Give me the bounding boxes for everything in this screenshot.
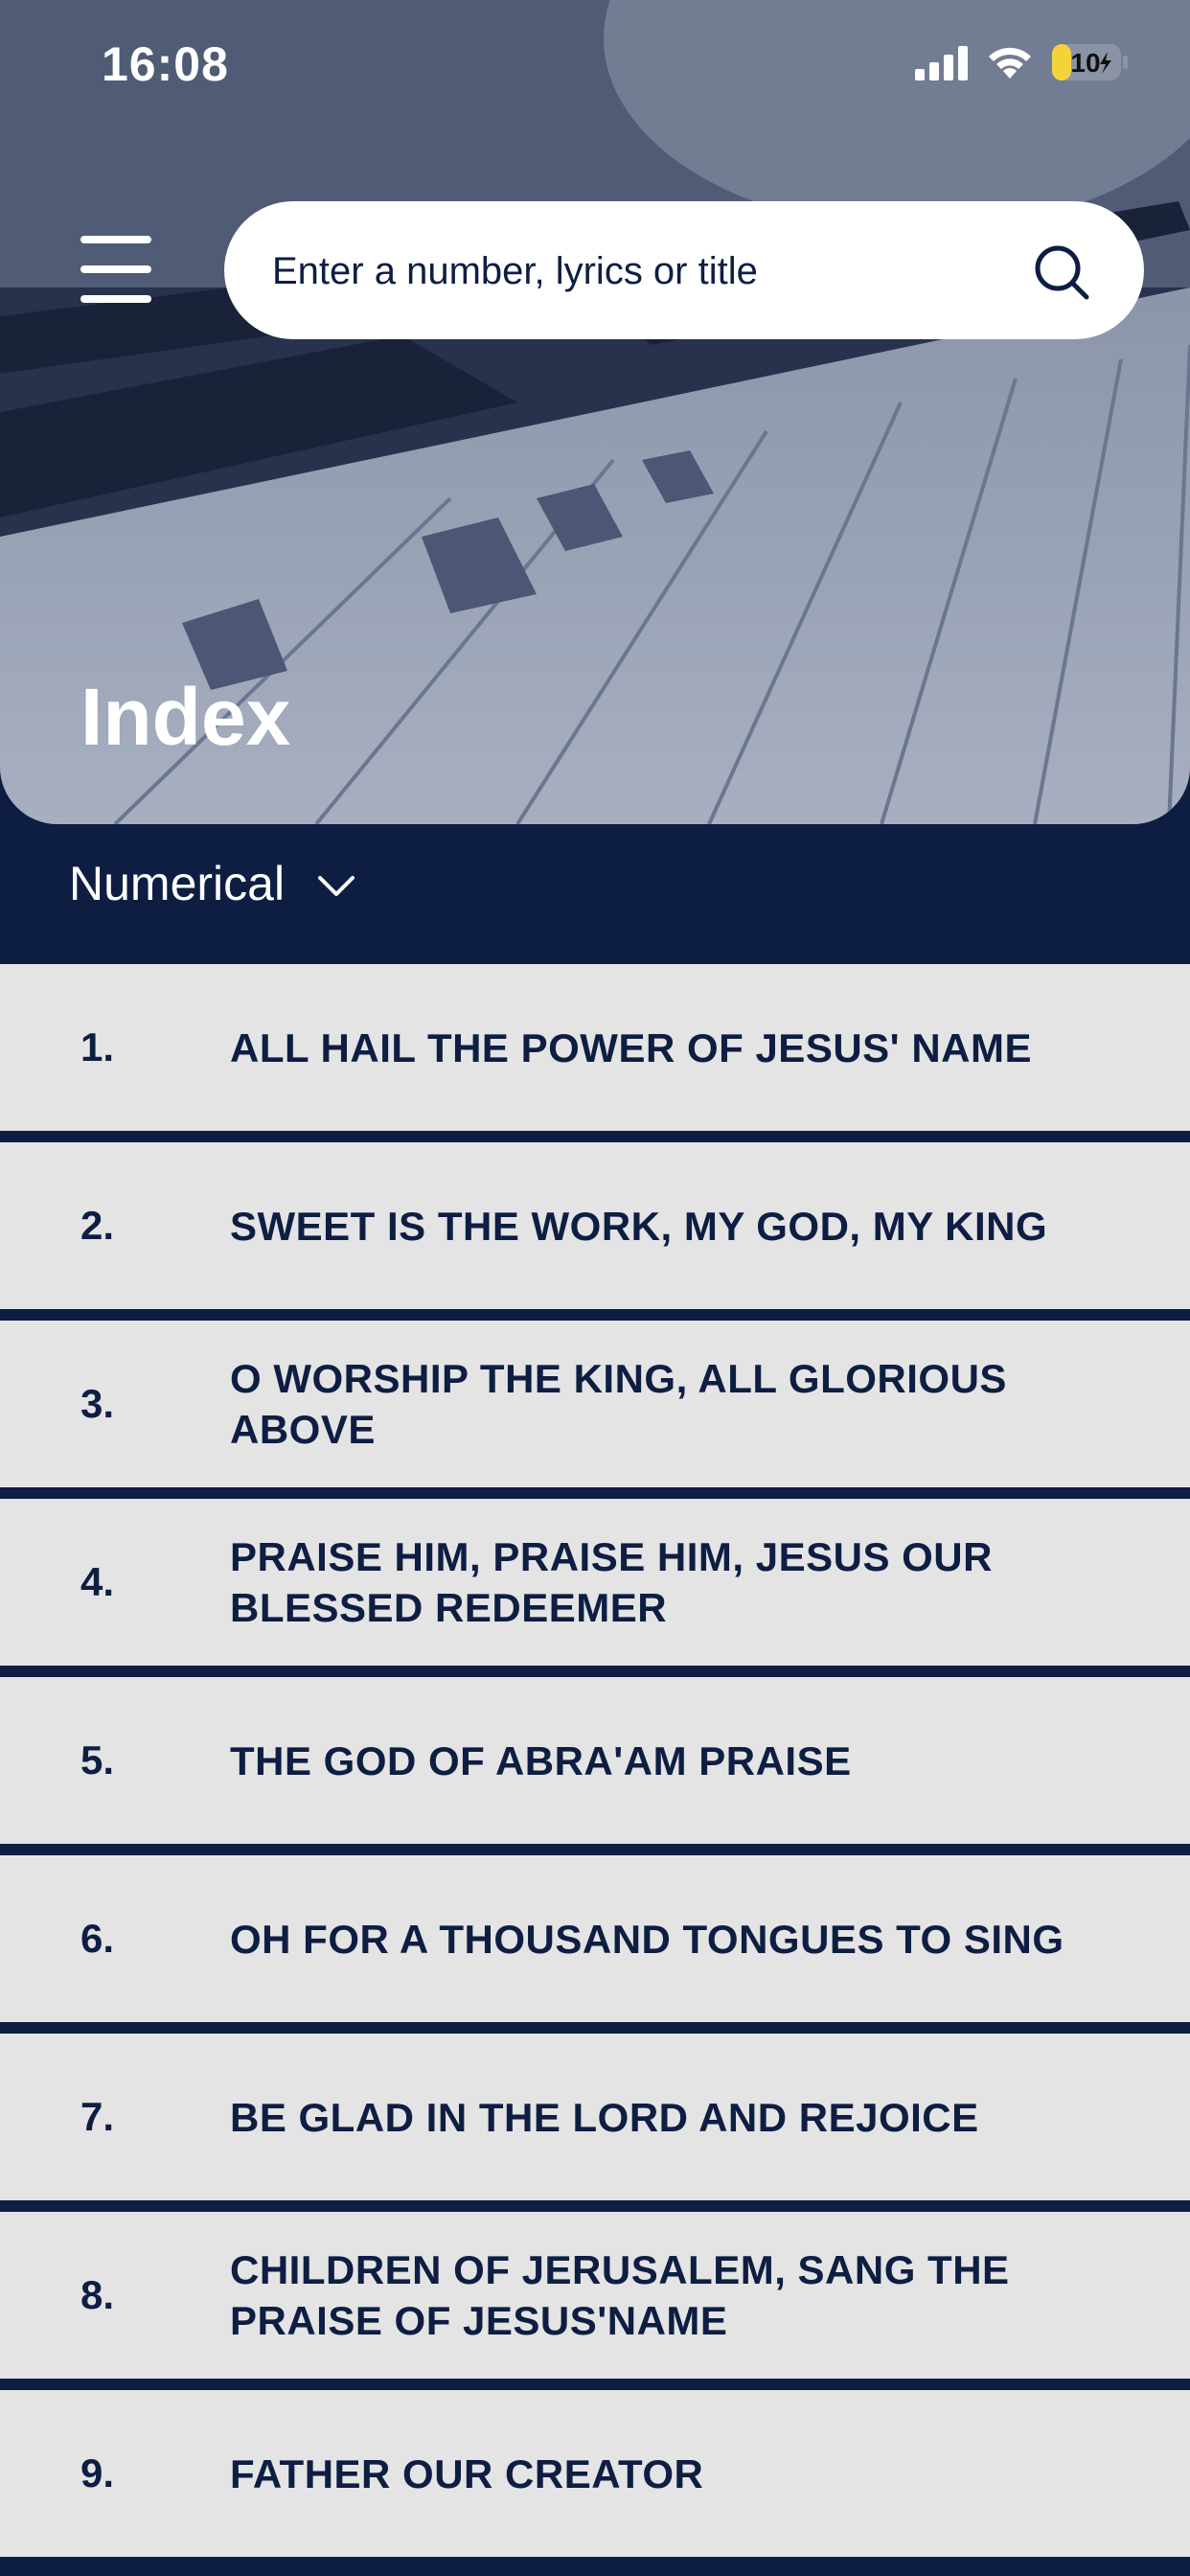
hymn-number: 1. bbox=[80, 1024, 115, 1070]
search-bar[interactable] bbox=[224, 201, 1144, 341]
status-bar: 16:08 10 bbox=[0, 0, 1190, 125]
chevron-down-icon bbox=[318, 876, 355, 896]
hymn-title: CHILDREN OF JERUSALEM, SANG THE PRAISE O… bbox=[230, 2247, 1010, 2343]
hymn-list-item[interactable]: 8. CHILDREN OF JERUSALEM, SANG THE PRAISE… bbox=[0, 2212, 1190, 2379]
sort-order-label: Numerical bbox=[69, 857, 286, 910]
hymn-list: 1. ALL HAIL THE POWER OF JESUS' NAME 2. SWE… bbox=[0, 964, 1190, 2568]
hamburger-menu-icon-bar-middle bbox=[80, 265, 151, 273]
hymn-title: PRAISE HIM, PRAISE HIM, JESUS OUR BLESSE… bbox=[230, 1534, 993, 1630]
hymn-number: 7. bbox=[80, 2094, 115, 2139]
hymn-number: 6. bbox=[80, 1916, 115, 1961]
hymn-number: 9. bbox=[80, 2450, 115, 2496]
cellular-signal-icon bbox=[915, 46, 968, 80]
hymn-number: 5. bbox=[80, 1737, 115, 1782]
hymn-list-item[interactable]: 3. O WORSHIP THE KING, ALL GLORIOUS ABOVE bbox=[0, 1321, 1190, 1487]
hymn-number: 2. bbox=[80, 1203, 115, 1248]
battery-level: 10 bbox=[1070, 48, 1100, 78]
hero-header: 16:08 10 Index bbox=[0, 0, 1190, 824]
hymn-title: OH FOR A THOUSAND TONGUES TO SING bbox=[230, 1916, 1064, 1962]
wifi-icon bbox=[989, 47, 1031, 79]
hymn-list-item[interactable]: 7. BE GLAD IN THE LORD AND REJOICE bbox=[0, 2034, 1190, 2200]
hamburger-menu-icon-bar-bottom bbox=[80, 295, 151, 303]
status-time: 16:08 bbox=[102, 37, 229, 91]
hymn-list-item[interactable]: 9. FATHER OUR CREATOR bbox=[0, 2390, 1190, 2557]
hymn-title: THE GOD OF ABRA'AM PRAISE bbox=[230, 1737, 852, 1783]
hymn-title: FATHER OUR CREATOR bbox=[230, 2450, 704, 2496]
hymn-list-item[interactable]: 5. THE GOD OF ABRA'AM PRAISE bbox=[0, 1677, 1190, 1844]
page-title: Index bbox=[80, 672, 291, 762]
menu-button[interactable] bbox=[80, 236, 151, 303]
hymn-number: 8. bbox=[80, 2272, 115, 2317]
hymn-number: 4. bbox=[80, 1559, 115, 1604]
search-input[interactable] bbox=[270, 201, 1002, 341]
hymn-title: ALL HAIL THE POWER OF JESUS' NAME bbox=[230, 1024, 1032, 1070]
hymn-list-item[interactable]: 2. SWEET IS THE WORK, MY GOD, MY KING bbox=[0, 1142, 1190, 1309]
sort-order-dropdown[interactable]: Numerical bbox=[69, 845, 355, 922]
hymn-list-item[interactable]: 1. ALL HAIL THE POWER OF JESUS' NAME bbox=[0, 964, 1190, 1131]
hymn-number: 3. bbox=[80, 1381, 115, 1426]
hymn-list-item[interactable]: 6. OH FOR A THOUSAND TONGUES TO SING bbox=[0, 1855, 1190, 2022]
search-icon[interactable] bbox=[1033, 243, 1090, 301]
hymn-title: O WORSHIP THE KING, ALL GLORIOUS ABOVE bbox=[230, 1356, 1007, 1452]
hymn-title: BE GLAD IN THE LORD AND REJOICE bbox=[230, 2094, 979, 2140]
hymn-list-item[interactable]: 4. PRAISE HIM, PRAISE HIM, JESUS OUR BLES… bbox=[0, 1499, 1190, 1666]
hymn-title: SWEET IS THE WORK, MY GOD, MY KING bbox=[230, 1203, 1048, 1249]
battery-icon: 10 bbox=[1052, 44, 1128, 80]
hamburger-menu-icon-bar-top bbox=[80, 236, 151, 243]
